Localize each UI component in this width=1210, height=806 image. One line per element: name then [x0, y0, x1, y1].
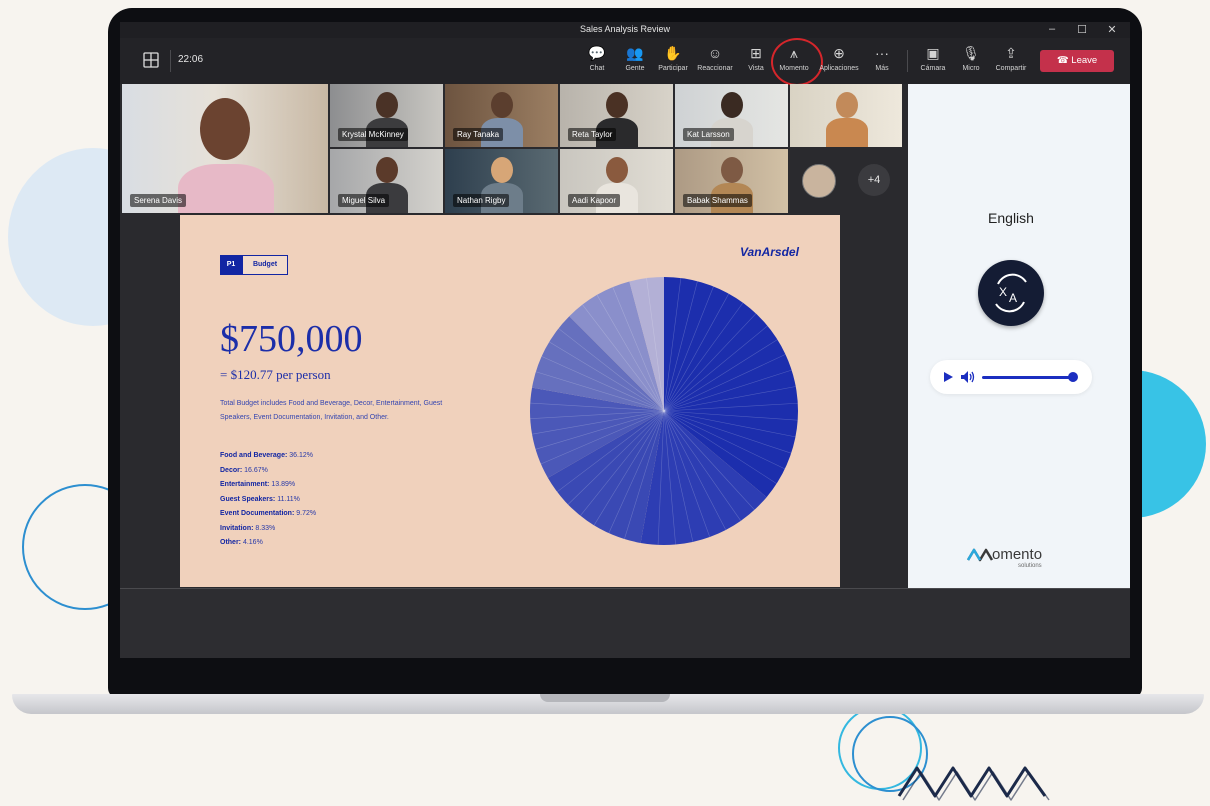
share-icon: ⇪ — [1005, 45, 1017, 61]
maximize-button[interactable]: ☐ — [1072, 23, 1092, 36]
participant-name: Kat Larsson — [683, 128, 734, 141]
participant-name: Babak Shammas — [683, 194, 752, 207]
breakdown-item: Decor: 16.67% — [220, 466, 268, 474]
view-button[interactable]: ⊞ Vista — [736, 44, 776, 72]
language-label: English — [988, 210, 1034, 226]
video-tile[interactable]: Aadi Kapoor — [560, 149, 673, 213]
chat-button[interactable]: 💬 Chat — [577, 44, 617, 72]
per-person-amount: = $120.77 per person — [220, 367, 331, 382]
phone-hangup-icon: ☎ — [1056, 55, 1072, 66]
highlight-circle — [771, 38, 823, 86]
minimize-button[interactable]: – — [1042, 23, 1062, 35]
video-tile[interactable] — [790, 84, 902, 147]
participant-name: Aadi Kapoor — [568, 194, 621, 207]
breakdown-item: Other: 4.16% — [220, 539, 263, 546]
video-tile[interactable]: Reta Taylor — [560, 84, 673, 147]
title-bar: Sales Analysis Review – ☐ ✕ — [120, 22, 1130, 38]
slide-tag-label: Budget — [242, 255, 288, 275]
shared-slide: P1 Budget VanArsdel $750,000 = $120.77 p… — [180, 215, 840, 587]
participant-name: Serena Davis — [130, 194, 187, 207]
divider — [907, 50, 908, 72]
video-tile[interactable]: Kat Larsson — [675, 84, 788, 147]
video-tile[interactable]: Ray Tanaka — [445, 84, 558, 147]
participant-name: Nathan Rigby — [453, 194, 510, 207]
people-icon: 👥 — [626, 45, 644, 61]
view-icon: ⊞ — [750, 45, 762, 61]
participant-name: Ray Tanaka — [453, 128, 504, 141]
camera-off-icon: ▣ — [926, 45, 940, 61]
bottom-area — [120, 588, 1130, 658]
brand-logo: VanArsdel — [740, 245, 799, 259]
slide-tag-number: P1 — [220, 255, 242, 275]
chat-icon: 💬 — [588, 45, 606, 61]
more-button[interactable]: ··· Más — [862, 44, 902, 72]
window-title: Sales Analysis Review — [579, 24, 671, 34]
budget-amount: $750,000 — [220, 318, 363, 360]
momento-logo-subtitle: solutions — [1018, 563, 1042, 569]
svg-text:A: A — [1009, 291, 1017, 305]
breakdown-item: Guest Speakers: 11.11% — [220, 495, 300, 503]
breakdown-item: Invitation: 8.33% — [220, 524, 276, 532]
budget-breakdown: Food and Beverage: 36.12% Decor: 16.67% … — [220, 449, 316, 551]
raise-hand-button[interactable]: ✋ Participar — [653, 44, 693, 72]
translate-button[interactable]: X A — [978, 260, 1044, 326]
react-button[interactable]: ☺ Reaccionar — [695, 44, 735, 72]
meeting-toolbar: 22:06 💬 Chat 👥 Gente ✋ Participar ☺ Reaccion… — [120, 38, 1130, 86]
participant-name: Reta Taylor — [568, 128, 617, 141]
leave-button[interactable]: ☎ Leave — [1040, 50, 1114, 72]
svg-text:X: X — [999, 285, 1007, 299]
budget-pie-chart — [530, 277, 798, 545]
apps-icon: ⊕ — [833, 45, 845, 61]
play-icon[interactable] — [942, 371, 954, 383]
participant-name: Miguel Silva — [338, 194, 390, 207]
participant-avatar[interactable] — [802, 164, 836, 198]
video-tile[interactable]: Krystal McKinney — [330, 84, 443, 147]
audio-player — [930, 360, 1092, 394]
divider — [120, 588, 1130, 589]
momento-logo-text: omento — [992, 546, 1043, 563]
more-icon: ··· — [875, 45, 889, 61]
video-tile[interactable]: Nathan Rigby — [445, 149, 558, 213]
video-tile[interactable]: Babak Shammas — [675, 149, 788, 213]
mic-button[interactable]: 🎙 Micro — [951, 44, 991, 72]
teams-meeting-window: Sales Analysis Review – ☐ ✕ 22:06 💬 Chat … — [120, 22, 1130, 658]
breakdown-item: Event Documentation: 9.72% — [220, 510, 317, 517]
momento-zigzag-logo — [897, 766, 1050, 801]
breakdown-item: Entertainment: 13.89% — [220, 481, 296, 488]
people-button[interactable]: 👥 Gente — [615, 44, 655, 72]
momento-translator-panel: English X A omento solutions — [908, 84, 1130, 588]
participant-name: Krystal McKinney — [338, 128, 408, 141]
momento-logo-icon — [966, 548, 994, 562]
volume-icon[interactable] — [960, 370, 976, 384]
raise-hand-icon: ✋ — [664, 45, 682, 61]
grid-view-icon[interactable] — [142, 51, 160, 69]
progress-handle[interactable] — [1068, 372, 1078, 382]
budget-description: Total Budget includes Food and Beverage,… — [220, 400, 443, 421]
translate-icon: X A — [995, 273, 1027, 313]
laptop-notch — [540, 694, 670, 702]
breakdown-item: Food and Beverage: 36.12% — [220, 452, 313, 459]
progress-track[interactable] — [982, 376, 1072, 379]
mic-icon: 🎙 — [962, 45, 980, 61]
divider — [170, 50, 171, 72]
close-button[interactable]: ✕ — [1102, 23, 1122, 36]
meeting-timer: 22:06 — [178, 54, 204, 65]
camera-button[interactable]: ▣ Cámara — [913, 44, 953, 72]
share-button[interactable]: ⇪ Compartir — [991, 44, 1031, 72]
video-tile[interactable]: Miguel Silva — [330, 149, 443, 213]
react-icon: ☺ — [707, 45, 723, 61]
more-participants-button[interactable]: +4 — [858, 164, 890, 196]
apps-button[interactable]: ⊕ Aplicaciones — [819, 44, 859, 72]
video-tile-main[interactable]: Serena Davis — [122, 84, 328, 213]
